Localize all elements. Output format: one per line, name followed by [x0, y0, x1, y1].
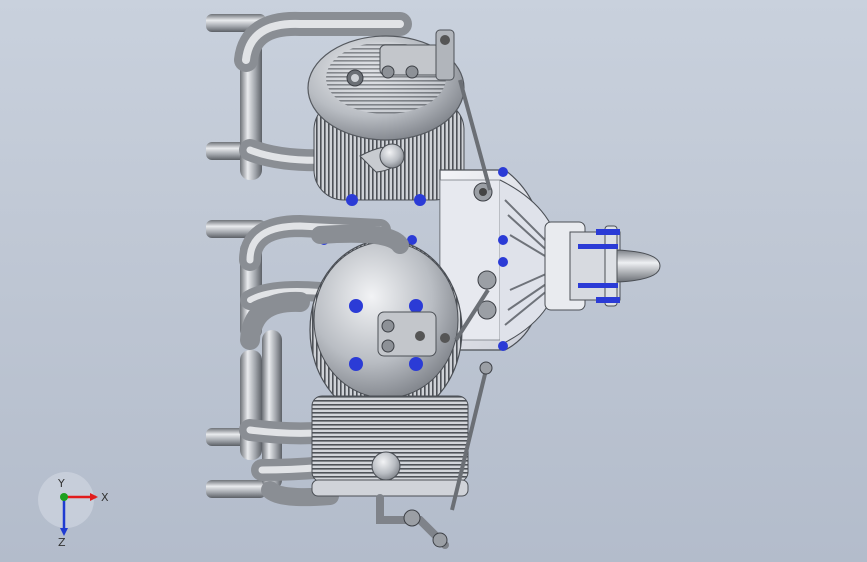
engine-model[interactable]: X Y Z [0, 0, 867, 562]
y-axis-label: Y [57, 477, 65, 490]
cad-viewport[interactable]: X Y Z [0, 0, 867, 562]
x-axis-label: X [101, 491, 109, 504]
y-axis-dot [60, 493, 68, 501]
cylinder-lower [311, 395, 469, 549]
z-axis-arrow-icon [60, 528, 68, 536]
prop-hub [544, 221, 661, 311]
z-axis-label: Z [58, 536, 66, 549]
cylinder-bottom [309, 224, 463, 421]
axis-triad: X Y Z [38, 472, 109, 549]
x-axis-arrow-icon [90, 493, 98, 501]
